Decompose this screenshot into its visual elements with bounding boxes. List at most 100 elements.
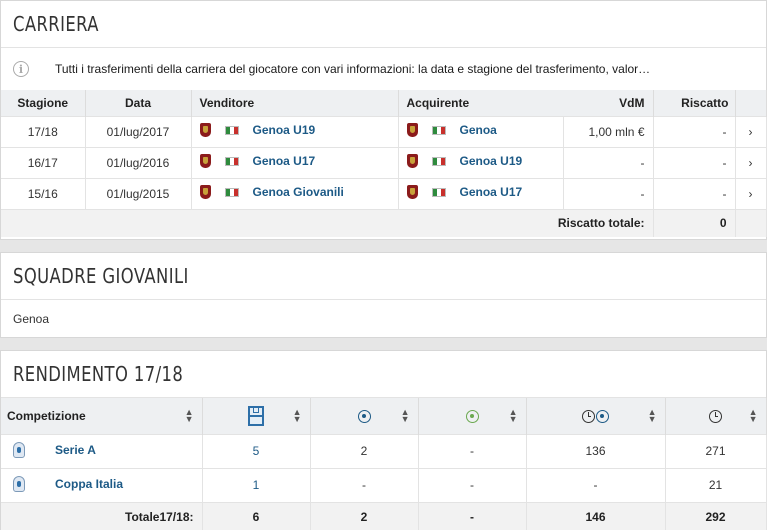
sort-icon[interactable]: ▲ ▼ [401,407,410,423]
info-icon[interactable]: i [13,61,29,77]
italy-flag-icon [431,187,446,197]
rendimento-total-row: Totale17/18: 6 2 - 146 292 [1,501,767,530]
cell-stagione: 15/16 [1,177,86,209]
cell-min-per-gol: 136 [526,433,666,468]
cell-vdm: - [563,146,654,178]
col-presenze[interactable]: ▲ ▼ [202,398,311,434]
genoa-crest-icon [199,185,211,199]
total-assist: - [418,501,527,530]
col-chevron [735,90,767,116]
total-spacer [735,208,767,237]
col-venditore: Venditore [191,90,399,116]
coppa-italia-logo-icon [13,475,25,492]
genoa-crest-icon [199,123,211,137]
cell-presenze: 5 [202,433,311,468]
competition-link[interactable]: Serie A [55,443,96,457]
seller-link[interactable]: Genoa U17 [253,154,316,168]
cell-assist: - [418,467,527,502]
cell-data: 01/lug/2016 [85,146,192,178]
cell-venditore: Genoa Giovanili [191,177,399,209]
cell-riscatto: - [653,177,736,209]
buyer-link[interactable]: Genoa U17 [460,185,523,199]
competition-link[interactable]: Coppa Italia [55,477,123,491]
total-value: 0 [653,208,736,237]
cell-vdm: - [563,177,654,209]
ball-icon [596,409,609,423]
buyer-link[interactable]: Genoa [460,123,497,137]
cell-stagione: 17/18 [1,115,86,147]
buyer-link[interactable]: Genoa U19 [460,154,523,168]
total-presenze: 6 [202,501,311,530]
assist-ball-icon [465,409,479,423]
cell-acquirente: Genoa [398,115,564,147]
col-data: Data [85,90,192,116]
cell-competizione: Serie A [1,433,203,468]
cell-presenze: 1 [202,467,311,502]
total-gol: 2 [310,501,419,530]
col-gol[interactable]: ▲ ▼ [310,398,419,434]
table-row: Coppa Italia 1 - - - 21 [1,467,767,502]
col-assist[interactable]: ▲ ▼ [418,398,527,434]
total-minuti: 292 [665,501,767,530]
transfers-table: Stagione Data Venditore Acquirente VdM R… [1,90,767,237]
table-row[interactable]: 15/16 01/lug/2015 Genoa Giovanili Genoa … [1,177,767,209]
chevron-right-icon[interactable]: › [735,177,767,209]
chevron-right-icon[interactable]: › [735,146,767,178]
italy-flag-icon [224,156,239,166]
seller-link[interactable]: Genoa U19 [253,123,316,137]
table-row[interactable]: 16/17 01/lug/2016 Genoa U17 Genoa U19 - … [1,146,767,178]
italy-flag-icon [224,187,239,197]
ball-icon [357,409,371,423]
pitch-icon [248,405,264,426]
cell-venditore: Genoa U19 [191,115,399,147]
sort-icon[interactable]: ▲ ▼ [185,407,194,423]
presenze-link[interactable]: 1 [253,478,260,492]
cell-min-per-gol: - [526,467,666,502]
cell-stagione: 16/17 [1,146,86,178]
rendimento-header-row: Competizione ▲ ▼ ▲ ▼ ▲ ▼ ▲ ▼ ▲ ▼ ▲ ▼ [1,398,767,434]
total-label: Totale17/18: [1,501,203,530]
italy-flag-icon [431,156,446,166]
table-row: Serie A 5 2 - 136 271 [1,433,767,468]
cell-assist: - [418,433,527,468]
total-label: Riscatto totale: [1,208,654,237]
cell-vdm: 1,00 mln € [563,115,654,147]
clock-icon [709,409,722,423]
col-competizione[interactable]: Competizione ▲ ▼ [1,398,203,434]
clock-icon [582,409,595,423]
rendimento-section: Rendimento 17/18 Competizione ▲ ▼ ▲ ▼ ▲ ▼ ▲… [0,350,767,530]
rendimento-table: Competizione ▲ ▼ ▲ ▼ ▲ ▼ ▲ ▼ ▲ ▼ ▲ ▼ Ser… [1,398,767,530]
chevron-right-icon[interactable]: › [735,115,767,147]
cell-riscatto: - [653,115,736,147]
total-min-per-gol: 146 [526,501,666,530]
col-vdm: VdM [563,90,654,116]
col-acquirente: Acquirente [398,90,563,116]
cell-venditore: Genoa U17 [191,146,399,178]
table-row[interactable]: 17/18 01/lug/2017 Genoa U19 Genoa 1,00 m… [1,115,767,147]
sort-icon[interactable]: ▲ ▼ [293,407,302,423]
col-min-per-gol[interactable]: ▲ ▼ [526,398,666,434]
cell-riscatto: - [653,146,736,178]
cell-gol: 2 [310,433,419,468]
giovanili-section: Squadre giovanili Genoa [0,252,767,338]
giovanili-team: Genoa [13,312,50,326]
transfers-header-row: Stagione Data Venditore Acquirente VdM R… [1,90,767,116]
sort-icon[interactable]: ▲ ▼ [648,407,657,423]
cell-acquirente: Genoa U19 [398,146,564,178]
sort-icon[interactable]: ▲ ▼ [509,407,518,423]
cell-acquirente: Genoa U17 [398,177,564,209]
cell-minuti: 271 [665,433,767,468]
col-minuti[interactable]: ▲ ▼ [665,398,767,434]
carriera-section: Carriera i Tutti i trasferimenti della c… [0,0,767,240]
presenze-link[interactable]: 5 [253,444,260,458]
rendimento-title: Rendimento 17/18 [1,351,766,398]
genoa-crest-icon [406,154,418,168]
seller-link[interactable]: Genoa Giovanili [253,185,344,199]
cell-data: 01/lug/2017 [85,115,192,147]
sort-icon[interactable]: ▲ ▼ [749,407,758,423]
section-gap [0,240,767,252]
genoa-crest-icon [406,123,418,137]
col-riscatto: Riscatto [653,90,736,116]
carriera-info: i Tutti i trasferimenti della carriera d… [1,48,766,90]
carriera-title: Carriera [1,1,766,48]
